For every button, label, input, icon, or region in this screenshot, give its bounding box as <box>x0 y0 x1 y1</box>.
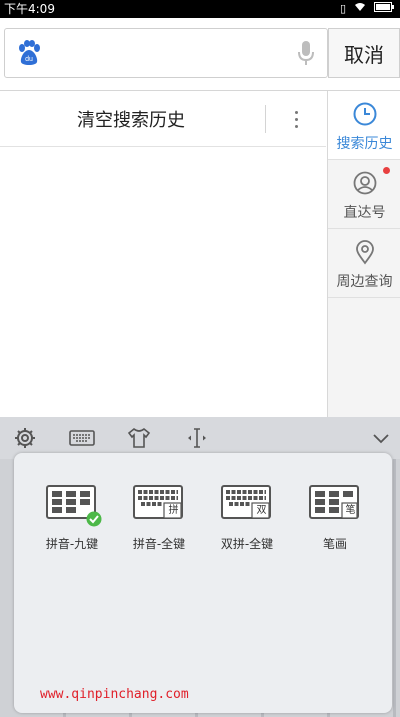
gear-icon[interactable] <box>12 426 38 450</box>
cursor-move-icon[interactable] <box>184 426 210 450</box>
layout-badge: 双 <box>256 505 267 516</box>
layout-option-pinyin-9key[interactable]: 拼音-九键 <box>34 485 110 555</box>
keyboard-icon[interactable] <box>68 426 96 450</box>
microphone-icon[interactable] <box>295 39 317 67</box>
search-bar: du 取消 <box>0 18 400 91</box>
cancel-button[interactable]: 取消 <box>328 28 400 78</box>
search-input[interactable]: du <box>4 28 328 78</box>
baidu-paw-icon: du <box>19 40 40 65</box>
side-nav-item-search-history[interactable]: 搜索历史 <box>328 91 400 160</box>
battery-icon <box>374 2 394 16</box>
layout-option-shuangpin-full[interactable]: 双 双拼-全键 <box>209 485 285 555</box>
side-nav-label: 直达号 <box>343 205 386 221</box>
divider <box>265 105 266 133</box>
watermark-text: www.qinpinchang.com <box>40 687 189 702</box>
clear-history-row: 清空搜索历史 <box>0 91 326 147</box>
check-icon <box>86 511 102 527</box>
side-nav-label: 搜索历史 <box>336 136 393 152</box>
layout-option-label: 笔画 <box>322 537 347 551</box>
layout-option-label: 双拼-全键 <box>220 537 274 551</box>
side-nav-item-nearby[interactable]: 周边查询 <box>328 229 400 298</box>
layout-badge: 笔 <box>345 505 356 516</box>
side-nav-label: 周边查询 <box>336 274 393 290</box>
chevron-down-icon[interactable] <box>368 426 394 450</box>
layout-badge: 拼 <box>168 505 179 516</box>
layout-option-label: 拼音-九键 <box>45 537 99 551</box>
wifi-icon <box>354 2 366 16</box>
keyboard-area: 拼音-九键 拼 拼音-全键 双 双拼-全键 笔 笔画 www.qinpincha… <box>0 417 400 717</box>
status-bar: 下午4:09 ▯ <box>0 0 400 18</box>
clock-icon <box>353 102 377 126</box>
layout-option-label: 拼音-全键 <box>132 537 186 551</box>
layout-option-pinyin-full[interactable]: 拼 拼音-全键 <box>121 485 197 555</box>
layout-option-stroke[interactable]: 笔 笔画 <box>297 485 373 555</box>
side-nav: 搜索历史 直达号 周边查询 <box>327 91 400 417</box>
svg-text:du: du <box>25 56 33 63</box>
shirt-icon[interactable] <box>126 426 152 450</box>
person-icon <box>353 171 377 195</box>
location-pin-icon <box>356 240 374 265</box>
keyboard-layout-panel: 拼音-九键 拼 拼音-全键 双 双拼-全键 笔 笔画 <box>14 453 392 713</box>
sim-icon: ▯ <box>339 2 346 15</box>
status-time: 下午4:09 <box>4 2 55 16</box>
more-options-icon[interactable] <box>278 105 314 133</box>
clear-history-button[interactable]: 清空搜索历史 <box>0 91 262 146</box>
side-nav-item-direct[interactable]: 直达号 <box>328 160 400 229</box>
notification-badge <box>383 167 390 174</box>
